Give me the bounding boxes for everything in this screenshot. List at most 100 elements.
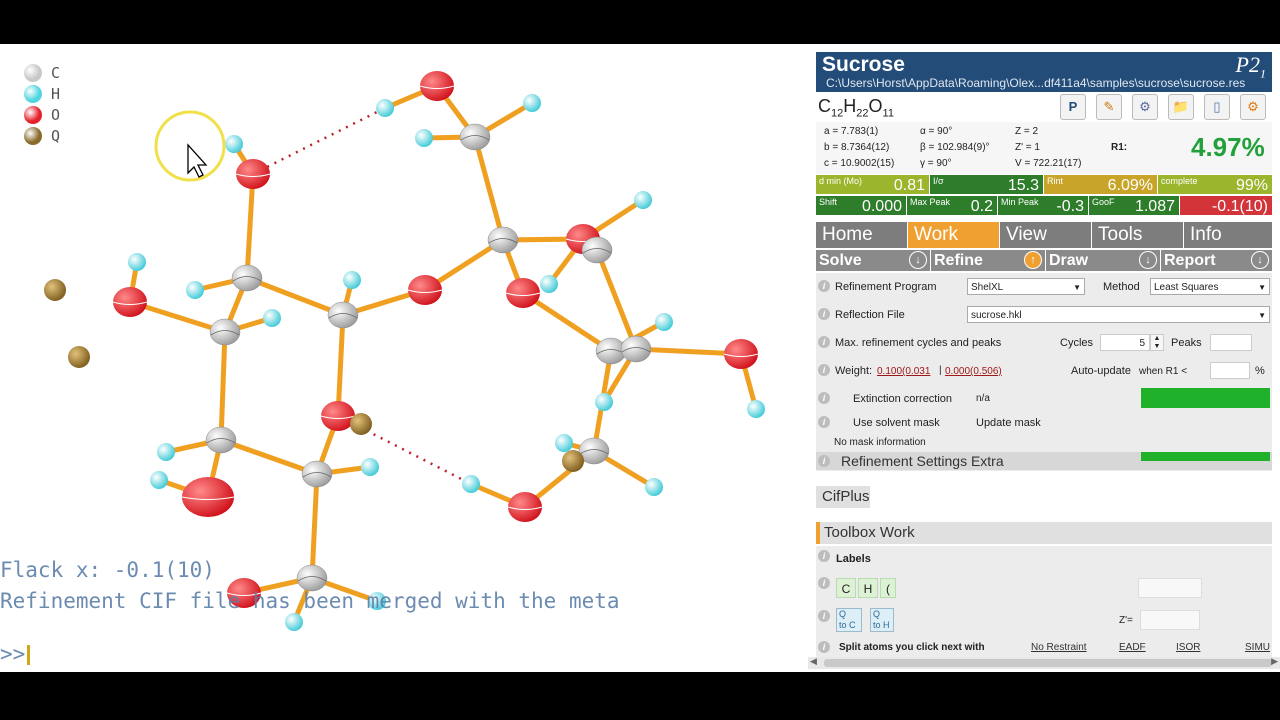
label-input[interactable]: [1138, 578, 1202, 598]
oxygen-atom[interactable]: [420, 71, 454, 101]
info-icon[interactable]: i: [818, 610, 830, 622]
info-icon[interactable]: i: [818, 280, 830, 292]
extinction-toggle[interactable]: [1141, 388, 1270, 408]
hydrogen-atom[interactable]: [225, 135, 243, 153]
hydrogen-atom[interactable]: [150, 471, 168, 489]
command-prompt[interactable]: >>: [0, 642, 31, 666]
label-q-button[interactable]: (: [880, 578, 896, 598]
oxygen-atom[interactable]: [236, 159, 270, 189]
q-peak[interactable]: [350, 413, 372, 435]
tab-work[interactable]: Work: [908, 222, 999, 248]
carbon-atom[interactable]: [209, 318, 241, 346]
hydrogen-atom[interactable]: [263, 309, 281, 327]
q-peak[interactable]: [562, 450, 584, 472]
method-select[interactable]: Least Squares ▼: [1150, 278, 1270, 295]
cycles-input[interactable]: 5: [1100, 334, 1150, 351]
arrow-down-icon[interactable]: ↓: [909, 251, 927, 269]
hydrogen-atom[interactable]: [343, 271, 361, 289]
hydrogen-atom[interactable]: [157, 443, 175, 461]
info-icon[interactable]: i: [818, 455, 830, 467]
bond[interactable]: [218, 437, 320, 477]
bond[interactable]: [244, 171, 256, 281]
z-prime-input[interactable]: [1140, 610, 1200, 630]
scroll-left-icon[interactable]: ◀: [810, 656, 817, 667]
info-icon[interactable]: i: [818, 392, 830, 404]
hydrogen-atom[interactable]: [747, 400, 765, 418]
toolbox-work-section[interactable]: Toolbox Work: [816, 522, 1272, 544]
hydrogen-atom[interactable]: [186, 281, 204, 299]
carbon-atom[interactable]: [296, 564, 328, 592]
horizontal-scrollbar[interactable]: ◀ ▶: [808, 656, 1280, 669]
no-restraint-link[interactable]: No Restraint: [1031, 642, 1087, 653]
hydrogen-atom[interactable]: [555, 434, 573, 452]
subtab-solve[interactable]: Solve ↓: [816, 250, 930, 271]
pencil-icon[interactable]: ✎: [1096, 94, 1122, 120]
hydrogen-atom[interactable]: [634, 191, 652, 209]
q-to-h-icon[interactable]: Qto H: [870, 608, 894, 632]
update-mask-button[interactable]: Update mask: [976, 417, 1041, 429]
subtab-refine[interactable]: Refine ↑: [931, 250, 1045, 271]
info-icon[interactable]: i: [818, 577, 830, 589]
oxygen-atom[interactable]: [506, 278, 540, 308]
auto-update-threshold-input[interactable]: [1210, 362, 1250, 379]
simu-link[interactable]: SIMU: [1245, 642, 1270, 653]
scroll-right-icon[interactable]: ▶: [1271, 656, 1278, 667]
hydrogen-atom[interactable]: [361, 458, 379, 476]
info-icon[interactable]: i: [818, 308, 830, 320]
bond[interactable]: [244, 275, 346, 318]
arrow-down-icon[interactable]: ↓: [1251, 251, 1269, 269]
arrow-up-icon[interactable]: ↑: [1024, 251, 1042, 269]
tools-icon[interactable]: ⚙: [1132, 94, 1158, 120]
oxygen-atom[interactable]: [321, 401, 355, 431]
oxygen-atom[interactable]: [182, 477, 234, 517]
bond[interactable]: [594, 247, 639, 352]
notebook-icon[interactable]: ▯: [1204, 94, 1230, 120]
label-carbon-button[interactable]: C: [836, 578, 856, 598]
molecule-viewer[interactable]: C H O Q Flack x: -0.1(10) Refinement CIF…: [0, 44, 808, 672]
carbon-atom[interactable]: [581, 236, 613, 264]
isor-link[interactable]: ISOR: [1176, 642, 1200, 653]
settings-icon[interactable]: ⚙: [1240, 94, 1266, 120]
weight-suggested-link[interactable]: 0.100(0.031: [877, 366, 930, 377]
carbon-atom[interactable]: [459, 123, 491, 151]
info-icon[interactable]: i: [818, 364, 830, 376]
hydrogen-atom[interactable]: [462, 475, 480, 493]
carbon-atom[interactable]: [620, 335, 652, 363]
hydrogen-atom[interactable]: [523, 94, 541, 112]
cycles-spinner[interactable]: ▲ ▼: [1150, 334, 1164, 351]
oxygen-atom[interactable]: [508, 492, 542, 522]
q-to-c-icon[interactable]: Qto C: [836, 608, 862, 632]
hydrogen-atom[interactable]: [540, 275, 558, 293]
subtab-draw[interactable]: Draw ↓: [1046, 250, 1160, 271]
info-icon[interactable]: i: [818, 641, 830, 653]
cifplus-section[interactable]: CifPlus: [816, 486, 870, 508]
oxygen-atom[interactable]: [113, 287, 147, 317]
carbon-atom[interactable]: [301, 460, 333, 488]
scrollbar-thumb[interactable]: [824, 659, 1272, 667]
carbon-atom[interactable]: [487, 226, 519, 254]
hydrogen-atom[interactable]: [376, 99, 394, 117]
weight-current-link[interactable]: 0.000(0.506): [945, 366, 1002, 377]
tab-info[interactable]: Info: [1184, 222, 1272, 248]
platon-icon[interactable]: P: [1060, 94, 1086, 120]
label-hydrogen-button[interactable]: H: [858, 578, 878, 598]
tab-home[interactable]: Home: [816, 222, 907, 248]
hydrogen-atom[interactable]: [645, 478, 663, 496]
reflection-file-select[interactable]: sucrose.hkl ▼: [967, 306, 1270, 323]
hydrogen-atom[interactable]: [415, 129, 433, 147]
tab-view[interactable]: View: [1000, 222, 1091, 248]
carbon-atom[interactable]: [205, 426, 237, 454]
refinement-program-select[interactable]: ShelXL ▼: [967, 278, 1085, 295]
info-icon[interactable]: i: [818, 416, 830, 428]
eadf-link[interactable]: EADF: [1119, 642, 1146, 653]
hydrogen-atom[interactable]: [128, 253, 146, 271]
peaks-input[interactable]: [1210, 334, 1252, 351]
info-icon[interactable]: i: [818, 550, 830, 562]
carbon-atom[interactable]: [231, 264, 263, 292]
info-icon[interactable]: i: [818, 336, 830, 348]
bond[interactable]: [472, 134, 506, 243]
q-peak[interactable]: [68, 346, 90, 368]
carbon-atom[interactable]: [327, 301, 359, 329]
oxygen-atom[interactable]: [408, 275, 442, 305]
hydrogen-atom[interactable]: [285, 613, 303, 631]
